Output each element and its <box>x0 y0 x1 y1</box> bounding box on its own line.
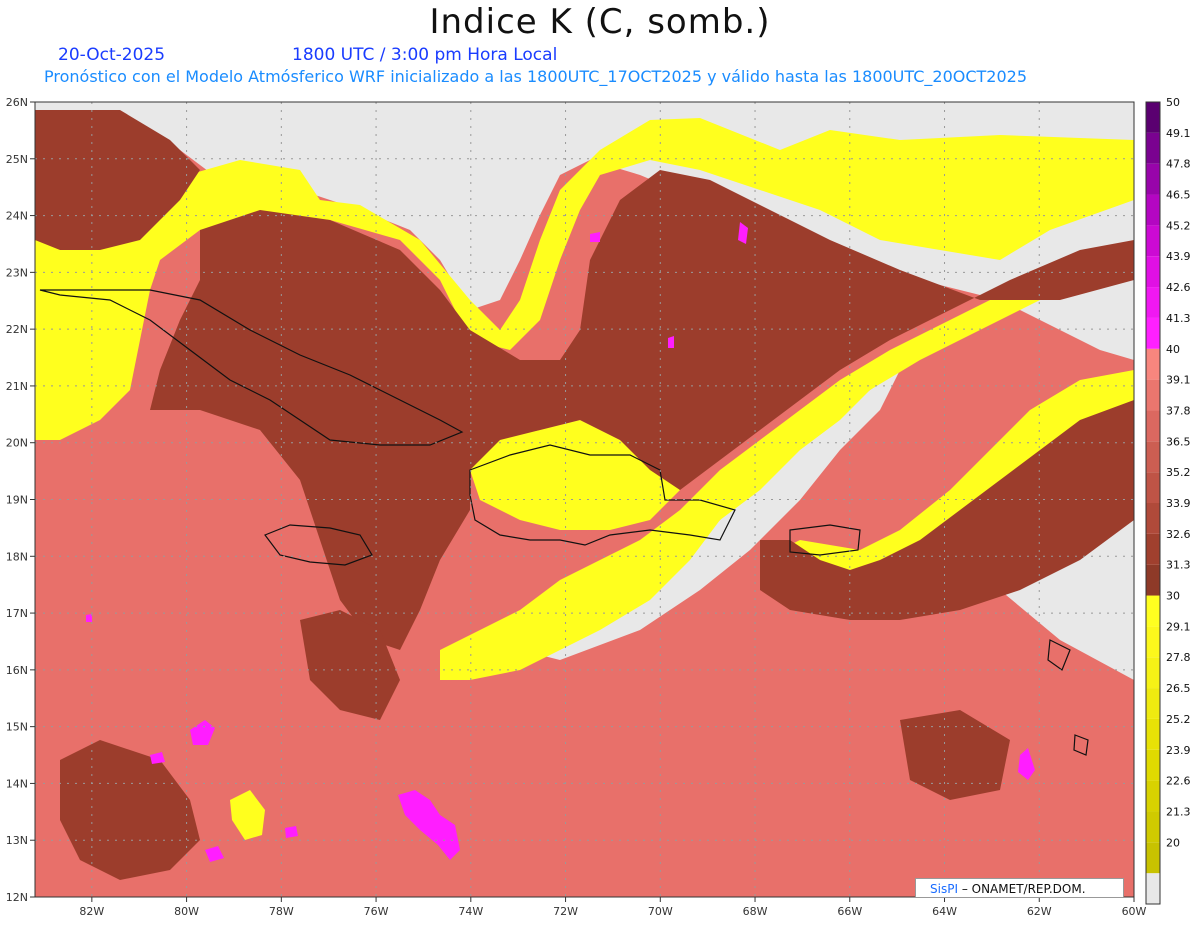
colorbar-swatch <box>1146 379 1160 411</box>
colorbar-swatch <box>1146 441 1160 473</box>
colorbar: 20 21.3 22.6 23.9 25.2 26.5 27.8 29.1 30 31.3 32.6… <box>1145 96 1191 905</box>
map-figure: 82W 80W 78W 76W 74W 72W 70W 68W 66W 64W 62W 60W 12N 1… <box>6 96 1191 918</box>
colorbar-swatch <box>1146 626 1160 658</box>
credit-box: SisPI – ONAMET/REP.DOM. <box>915 878 1124 898</box>
tick-label-lat: 22N <box>6 323 28 336</box>
tick-label-lon: 70W <box>648 905 673 918</box>
tick-label-lon: 68W <box>743 905 768 918</box>
colorbar-label: 42.6 <box>1166 281 1191 294</box>
tick-label-lat: 23N <box>6 266 28 279</box>
colorbar-label: 39.1 <box>1166 374 1191 387</box>
colorbar-label: 31.3 <box>1166 559 1191 572</box>
tick-label-lon: 72W <box>553 905 578 918</box>
colorbar-label: 29.1 <box>1166 620 1191 633</box>
colorbar-swatch <box>1146 780 1160 812</box>
colorbar-swatch <box>1146 873 1160 904</box>
tick-label-lat: 13N <box>6 834 28 847</box>
colorbar-label: 49.1 <box>1166 127 1191 140</box>
colorbar-swatch <box>1146 163 1160 195</box>
colorbar-label: 50 <box>1166 96 1180 109</box>
tick-label-lat: 12N <box>6 891 28 904</box>
tick-label-lon: 62W <box>1027 905 1052 918</box>
colorbar-swatch <box>1146 348 1160 380</box>
tick-label-lon: 74W <box>458 905 483 918</box>
colorbar-label: 30 <box>1166 590 1180 603</box>
colorbar-swatch <box>1146 688 1160 719</box>
tick-label-lon: 82W <box>79 905 104 918</box>
colorbar-swatch <box>1146 410 1160 442</box>
colorbar-label: 21.3 <box>1166 805 1191 818</box>
colorbar-swatch <box>1146 256 1160 288</box>
colorbar-swatch <box>1146 225 1160 257</box>
colorbar-swatch <box>1146 132 1160 164</box>
map-plot <box>35 102 1134 897</box>
colorbar-label: 45.2 <box>1166 219 1191 232</box>
colorbar-label: 46.5 <box>1166 189 1191 202</box>
colorbar-label: 20 <box>1166 836 1180 849</box>
colorbar-swatch <box>1146 533 1160 565</box>
colorbar-swatch <box>1146 317 1160 349</box>
colorbar-label: 33.9 <box>1166 497 1191 510</box>
colorbar-label: 36.5 <box>1166 435 1191 448</box>
colorbar-swatch <box>1146 472 1160 503</box>
colorbar-label: 27.8 <box>1166 651 1191 664</box>
tick-label-lon: 64W <box>932 905 957 918</box>
colorbar-label: 37.8 <box>1166 404 1191 417</box>
colorbar-swatch <box>1146 564 1160 596</box>
colorbar-label: 35.2 <box>1166 466 1191 479</box>
tick-label-lon: 66W <box>837 905 862 918</box>
tick-label-lat: 16N <box>6 664 28 677</box>
tick-label-lat: 26N <box>6 96 28 109</box>
tick-label-lat: 20N <box>6 437 28 450</box>
colorbar-label: 26.5 <box>1166 682 1191 695</box>
colorbar-swatch <box>1146 749 1160 781</box>
tick-label-lat: 18N <box>6 550 28 563</box>
tick-label-lon: 76W <box>364 905 389 918</box>
tick-label-lon: 60W <box>1122 905 1147 918</box>
colorbar-swatch <box>1146 102 1160 133</box>
tick-label-lat: 14N <box>6 777 28 790</box>
colorbar-label: 41.3 <box>1166 312 1191 325</box>
colorbar-swatch <box>1146 842 1160 874</box>
colorbar-swatch <box>1146 811 1160 843</box>
colorbar-swatch <box>1146 503 1160 534</box>
tick-label-lon: 80W <box>174 905 199 918</box>
colorbar-swatch <box>1146 595 1160 627</box>
tick-label-lat: 25N <box>6 153 28 166</box>
credit-org: – ONAMET/REP.DOM. <box>961 882 1086 896</box>
tick-label-lat: 15N <box>6 721 28 734</box>
tick-label-lon: 78W <box>269 905 294 918</box>
colorbar-label: 43.9 <box>1166 250 1191 263</box>
tick-label-lat: 24N <box>6 210 28 223</box>
colorbar-label: 23.9 <box>1166 744 1191 757</box>
colorbar-swatch <box>1146 194 1160 226</box>
colorbar-label: 32.6 <box>1166 528 1191 541</box>
colorbar-label: 40 <box>1166 343 1180 356</box>
tick-label-lat: 17N <box>6 607 28 620</box>
colorbar-label: 22.6 <box>1166 775 1191 788</box>
tick-label-lat: 19N <box>6 494 28 507</box>
tick-label-lat: 21N <box>6 380 28 393</box>
credit-brand: SisPI <box>930 882 958 896</box>
colorbar-label: 25.2 <box>1166 713 1191 726</box>
colorbar-swatch <box>1146 657 1160 689</box>
colorbar-swatch <box>1146 287 1160 318</box>
colorbar-swatch <box>1146 718 1160 750</box>
colorbar-label: 47.8 <box>1166 158 1191 171</box>
